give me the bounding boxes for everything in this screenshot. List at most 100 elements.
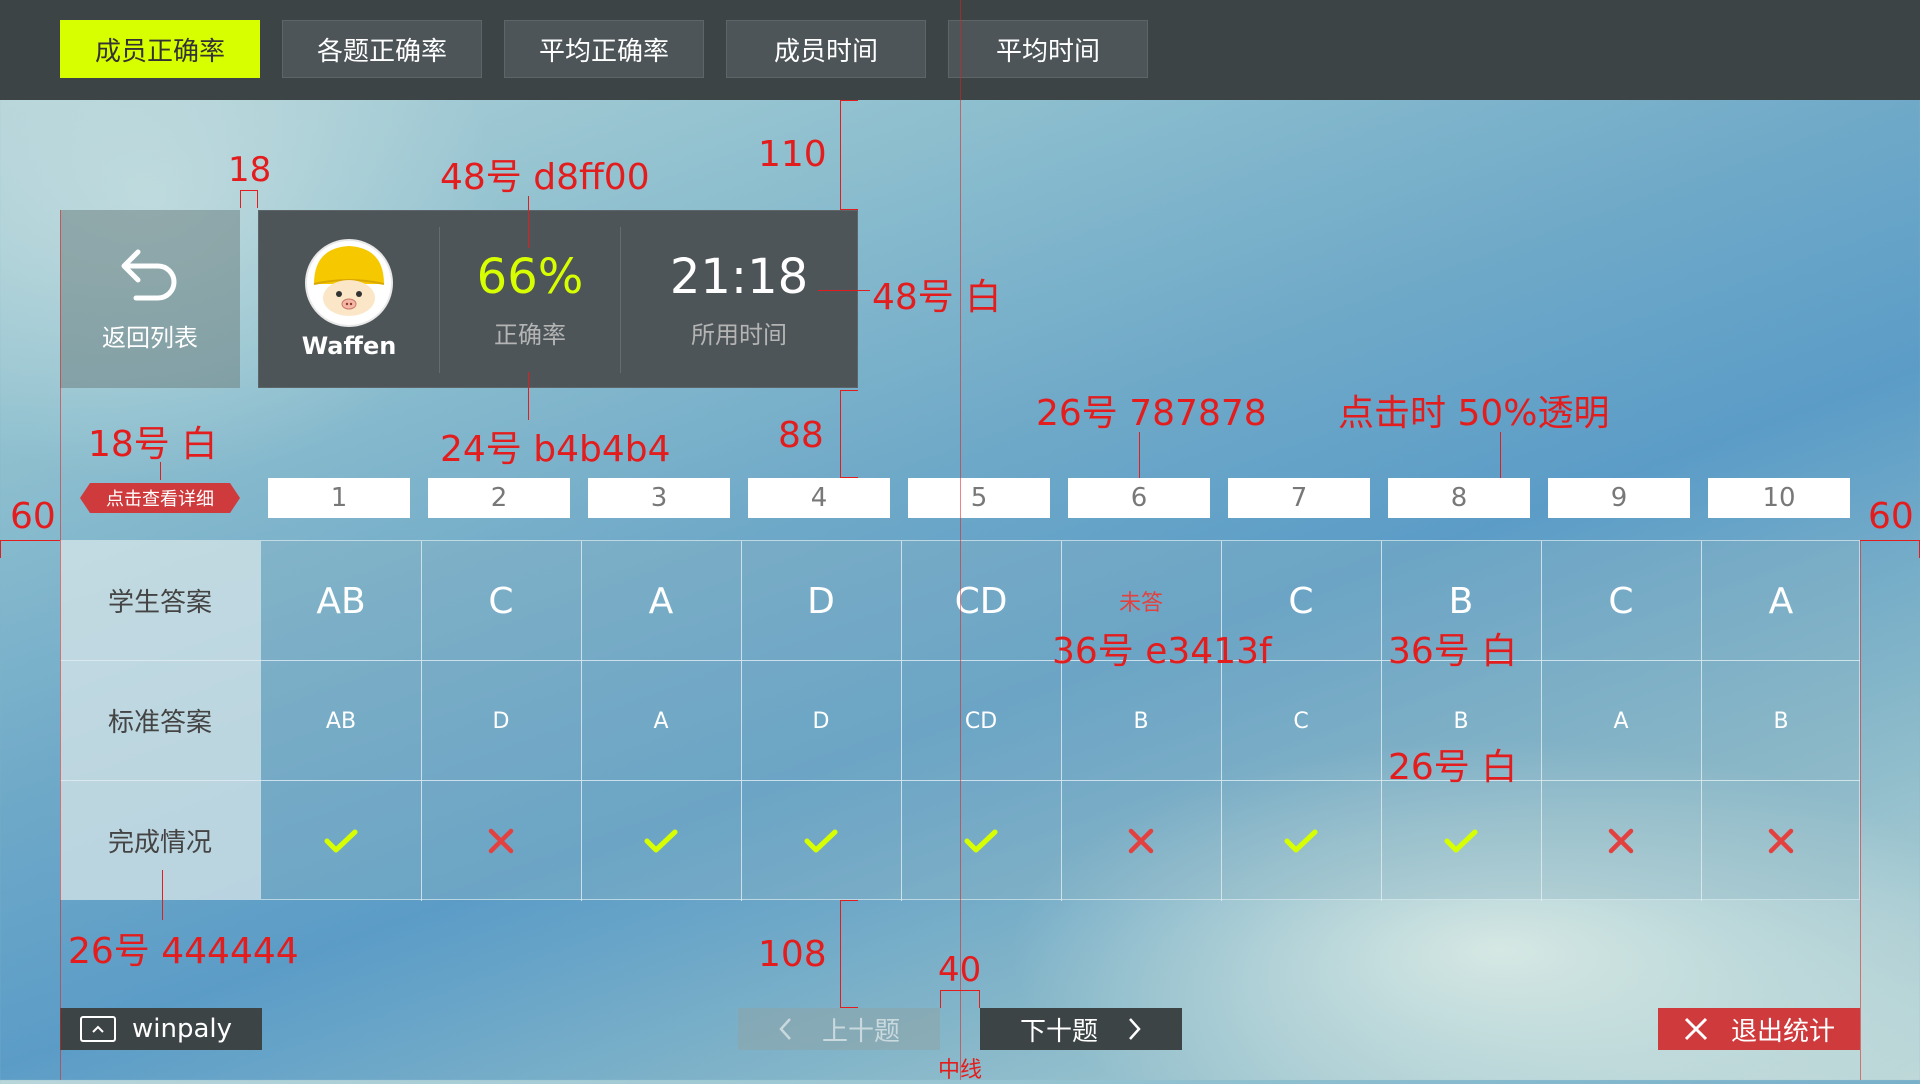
cross-icon <box>1768 828 1794 854</box>
completion-cell <box>581 781 741 901</box>
center-guide-line <box>960 0 961 1080</box>
question-number-button[interactable]: 8 <box>1388 478 1530 518</box>
annotation-answer-size: 36号 白 <box>1388 631 1518 672</box>
member-info: Waffen <box>259 211 439 387</box>
annotation-bracket <box>840 900 841 1008</box>
annotation-bracket <box>257 190 258 208</box>
question-number-button[interactable]: 9 <box>1548 478 1690 518</box>
cross-icon <box>1608 828 1634 854</box>
member-stats-card: Waffen 66% 正确率 21:18 所用时间 <box>258 210 858 388</box>
winpaly-menu-button[interactable]: winpaly <box>60 1008 262 1050</box>
annotation-bracket <box>840 390 858 391</box>
annotation-bracket <box>840 390 841 478</box>
left-margin-guide <box>60 210 61 1080</box>
member-name: Waffen <box>301 332 397 360</box>
exit-statistics-button[interactable]: 退出统计 <box>1658 1008 1860 1050</box>
check-icon <box>964 829 998 853</box>
question-number-button[interactable]: 6 <box>1068 478 1210 518</box>
question-number-button[interactable]: 7 <box>1228 478 1370 518</box>
annotation-header-size: 26号 444444 <box>68 931 299 972</box>
annotation-accent-size: 48号 d8ff00 <box>440 157 650 198</box>
annotation-leader <box>1500 432 1501 478</box>
check-icon <box>1444 829 1478 853</box>
caret-up-icon <box>80 1016 116 1042</box>
completion-cell <box>421 781 581 901</box>
annotation-margin-left: 60 <box>10 496 56 537</box>
question-number-button[interactable]: 2 <box>428 478 570 518</box>
question-number-button[interactable]: 4 <box>748 478 890 518</box>
annotation-gap-110: 110 <box>758 134 827 175</box>
annotation-bracket <box>940 990 941 1008</box>
annotation-leader <box>528 196 529 248</box>
tab-average-time[interactable]: 平均时间 <box>948 20 1148 78</box>
chevron-left-icon <box>779 1018 791 1040</box>
table-body: AB C A D CD 未答 C B C A AB D A D CD B C B A B <box>260 540 1861 901</box>
annotation-bracket <box>240 190 258 191</box>
completion-cell <box>741 781 901 901</box>
student-answer-cell: D <box>807 580 835 622</box>
annotation-bracket <box>940 990 980 991</box>
standard-answer-cell: C <box>1293 708 1309 734</box>
annotation-bracket <box>840 100 841 210</box>
annotation-bracket <box>840 100 858 101</box>
standard-answer-cell: CD <box>964 708 998 734</box>
right-margin-guide <box>1860 540 1861 1080</box>
student-answer-cell: A <box>648 580 674 622</box>
annotation-leader <box>160 462 161 480</box>
annotation-leader <box>162 870 163 920</box>
annotation-standard-size: 26号 白 <box>1388 747 1518 788</box>
check-icon <box>324 829 358 853</box>
accuracy-label: 正确率 <box>494 320 566 349</box>
annotation-bracket <box>0 540 1 558</box>
back-label: 返回列表 <box>102 323 198 352</box>
check-icon <box>1284 829 1318 853</box>
standard-answer-cell: A <box>1613 708 1629 734</box>
tab-average-accuracy[interactable]: 平均正确率 <box>504 20 704 78</box>
next-ten-button[interactable]: 下十题 <box>980 1008 1182 1050</box>
accuracy-stat: 66% 正确率 <box>440 211 620 387</box>
question-number-button[interactable]: 1 <box>268 478 410 518</box>
row-header-student-answer: 学生答案 <box>107 587 212 618</box>
completion-cell <box>1701 781 1861 901</box>
annotation-leader <box>528 372 529 420</box>
return-arrow-icon <box>121 249 177 300</box>
tab-question-accuracy[interactable]: 各题正确率 <box>282 20 482 78</box>
annotation-gap-88: 88 <box>778 415 824 456</box>
annotation-leader <box>1139 432 1140 478</box>
row-header-completion: 完成情况 <box>107 827 212 858</box>
question-number-button[interactable]: 10 <box>1708 478 1850 518</box>
completion-cell <box>1221 781 1381 901</box>
question-number-button[interactable]: 3 <box>588 478 730 518</box>
annotation-number-size: 26号 787878 <box>1036 393 1267 434</box>
row-header-standard-answer: 标准答案 <box>107 707 212 738</box>
standard-answer-cell: D <box>812 708 830 734</box>
annotation-bracket <box>0 540 60 541</box>
time-stat: 21:18 所用时间 <box>621 211 857 387</box>
completion-cell <box>261 781 421 901</box>
annotation-bracket <box>979 990 980 1008</box>
annotation-gap-108: 108 <box>758 934 827 975</box>
standard-answer-cell: D <box>492 708 510 734</box>
annotation-tag-size: 18号 白 <box>88 424 218 465</box>
annotation-click-state: 点击时 50%透明 <box>1338 393 1610 434</box>
completion-cell <box>1541 781 1701 901</box>
question-number-button[interactable]: 5 <box>908 478 1050 518</box>
student-answer-cell: A <box>1768 580 1794 622</box>
cross-icon <box>488 828 514 854</box>
annotation-bracket <box>840 900 858 901</box>
back-to-list-button[interactable]: 返回列表 <box>60 210 240 388</box>
annotation-leader <box>818 290 870 291</box>
standard-answer-cell: A <box>653 708 669 734</box>
avatar <box>305 239 393 327</box>
tab-member-accuracy[interactable]: 成员正确率 <box>60 20 260 78</box>
accuracy-value: 66% <box>476 248 584 305</box>
annotation-bracket <box>840 209 858 210</box>
time-label: 所用时间 <box>691 320 787 349</box>
tab-member-time[interactable]: 成员时间 <box>726 20 926 78</box>
student-answer-cell: CD <box>954 580 1008 622</box>
exit-label: 退出统计 <box>1730 1016 1835 1047</box>
view-details-tag[interactable]: 点击查看详细 <box>80 483 240 513</box>
previous-ten-button[interactable]: 上十题 <box>738 1008 940 1050</box>
row-header-column: 学生答案 标准答案 完成情况 <box>60 540 260 900</box>
next-ten-label: 下十题 <box>1019 1016 1098 1047</box>
